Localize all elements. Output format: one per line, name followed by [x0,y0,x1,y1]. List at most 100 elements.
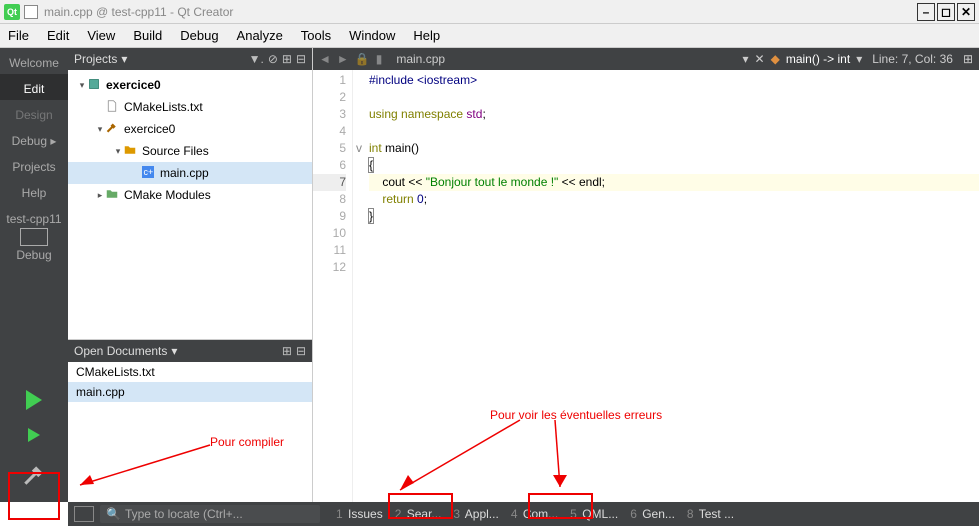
split-icon[interactable]: ⊞ [963,52,973,66]
link-icon[interactable]: ⊘ [268,52,278,66]
locator-input[interactable]: 🔍 Type to locate (Ctrl+... [100,505,320,523]
tree-label: main.cpp [160,166,209,180]
chevron-icon[interactable] [94,102,106,112]
minimize-button[interactable]: – [917,3,935,21]
panel-close-icon[interactable]: ⊟ [296,52,306,66]
code-editor[interactable]: 123456789101112 v #include <iostream> us… [313,70,979,502]
menu-help[interactable]: Help [413,28,440,43]
tree-item[interactable]: CMakeLists.txt [68,96,312,118]
tree-item[interactable]: c+ main.cpp [68,162,312,184]
mode-design[interactable]: Design [0,100,68,126]
folder-icon [124,144,138,158]
mode-selector-bar: Welcome Edit Design Debug ▸ Projects Hel… [0,48,68,502]
mode-debug[interactable]: Debug ▸ [0,126,68,152]
output-tab-appl[interactable]: 3 Appl... [447,503,504,525]
output-tab-com[interactable]: 4 Com... [505,503,564,525]
project-selector[interactable]: test-cpp11 Debug [6,208,61,266]
panel-close-icon[interactable]: ⊟ [296,344,306,358]
output-tab-issues[interactable]: 1 Issues [330,503,389,525]
hammer-icon [21,462,47,488]
projects-title: Projects [74,52,117,66]
chevron-icon[interactable]: ▾ [94,124,106,135]
open-docs-list: CMakeLists.txtmain.cpp [68,362,312,402]
open-doc-item[interactable]: main.cpp [68,382,312,402]
output-tab-qml[interactable]: 5 QML... [564,503,624,525]
dropdown-icon[interactable]: ▾ [856,52,862,66]
lock-icon[interactable]: 🔒 [355,52,370,66]
document-icon [24,5,38,19]
run-button[interactable] [26,390,42,410]
file-icon [106,100,120,114]
tree-label: exercice0 [124,122,175,136]
dropdown-icon[interactable]: ▾ [121,52,127,66]
fold-gutter[interactable]: v [353,70,365,502]
split-icon[interactable]: ⊞ [282,344,292,358]
locator-placeholder: Type to locate (Ctrl+... [125,507,243,521]
menu-build[interactable]: Build [133,28,162,43]
tree-item[interactable]: ▾ Source Files [68,140,312,162]
mode-edit[interactable]: Edit [0,74,68,100]
svg-text:c+: c+ [144,167,154,177]
close-file-icon[interactable]: ✕ [755,52,765,66]
line-gutter: 123456789101112 [313,70,353,502]
qt-logo-icon: Qt [4,4,20,20]
sidebar-toggle-icon[interactable] [74,506,94,522]
cpp-icon: c+ [142,166,156,180]
mode-projects[interactable]: Projects [0,152,68,178]
chevron-icon[interactable]: ▸ [94,190,106,201]
chevron-icon[interactable] [130,168,142,178]
tree-label: CMake Modules [124,188,211,202]
project-icon [88,78,102,92]
build-config: Debug [6,248,61,262]
source-text[interactable]: #include <iostream> using namespace std;… [365,70,616,502]
nav-fwd-icon[interactable]: ► [337,52,349,66]
nav-back-icon[interactable]: ◄ [319,52,331,66]
editor-filename[interactable]: main.cpp [396,52,445,66]
search-icon: 🔍 [106,507,121,521]
editor-toolbar: ◄ ► 🔒 ▮ main.cpp ▾ ✕ ◆ main() -> int ▾ L… [313,48,979,70]
project-name: test-cpp11 [6,212,61,226]
mode-help[interactable]: Help [0,178,68,204]
output-tab-gen[interactable]: 6 Gen... [624,503,681,525]
symbol-selector[interactable]: main() -> int [786,52,850,66]
window-title: main.cpp @ test-cpp11 - Qt Creator [44,5,915,19]
tree-label: Source Files [142,144,209,158]
build-button[interactable] [11,452,57,498]
mode-welcome[interactable]: Welcome [0,48,68,74]
menu-tools[interactable]: Tools [301,28,331,43]
tree-item[interactable]: ▾exercice0 [68,74,312,96]
monitor-icon [20,228,48,246]
projects-panel-header: Projects ▾ ▼. ⊘ ⊞ ⊟ [68,48,312,70]
menu-file[interactable]: File [8,28,29,43]
run-debug-button[interactable] [28,428,40,442]
project-tree: ▾exercice0 CMakeLists.txt▾exercice0▾Sour… [68,70,312,339]
filter-icon[interactable]: ▼. [249,52,264,66]
file-icon: ▮ [376,52,383,66]
tree-label: CMakeLists.txt [124,100,203,114]
menu-view[interactable]: View [87,28,115,43]
maximize-button[interactable]: ◻ [937,3,955,21]
dropdown-icon[interactable]: ▾ [743,52,749,66]
symbol-icon: ◆ [771,52,780,66]
open-docs-header: Open Documents ▾ ⊞ ⊟ [68,340,312,362]
menu-window[interactable]: Window [349,28,395,43]
folder-g-icon [106,188,120,202]
menubar: File Edit View Build Debug Analyze Tools… [0,24,979,48]
chevron-icon[interactable]: ▾ [76,80,88,91]
hammer-icon [106,122,120,136]
output-tab-test[interactable]: 8 Test ... [681,503,740,525]
open-doc-item[interactable]: CMakeLists.txt [68,362,312,382]
menu-debug[interactable]: Debug [180,28,218,43]
menu-analyze[interactable]: Analyze [237,28,283,43]
split-icon[interactable]: ⊞ [282,52,292,66]
cursor-position[interactable]: Line: 7, Col: 36 [872,52,953,66]
chevron-icon[interactable]: ▾ [112,146,124,157]
output-tab-sear[interactable]: 2 Sear... [389,503,448,525]
menu-edit[interactable]: Edit [47,28,69,43]
tree-item[interactable]: ▾ exercice0 [68,118,312,140]
tree-item[interactable]: ▸ CMake Modules [68,184,312,206]
window-titlebar: Qt main.cpp @ test-cpp11 - Qt Creator – … [0,0,979,24]
close-button[interactable]: ✕ [957,3,975,21]
dropdown-icon[interactable]: ▾ [171,344,177,358]
statusbar: 🔍 Type to locate (Ctrl+... 1 Issues2 Sea… [68,502,979,526]
